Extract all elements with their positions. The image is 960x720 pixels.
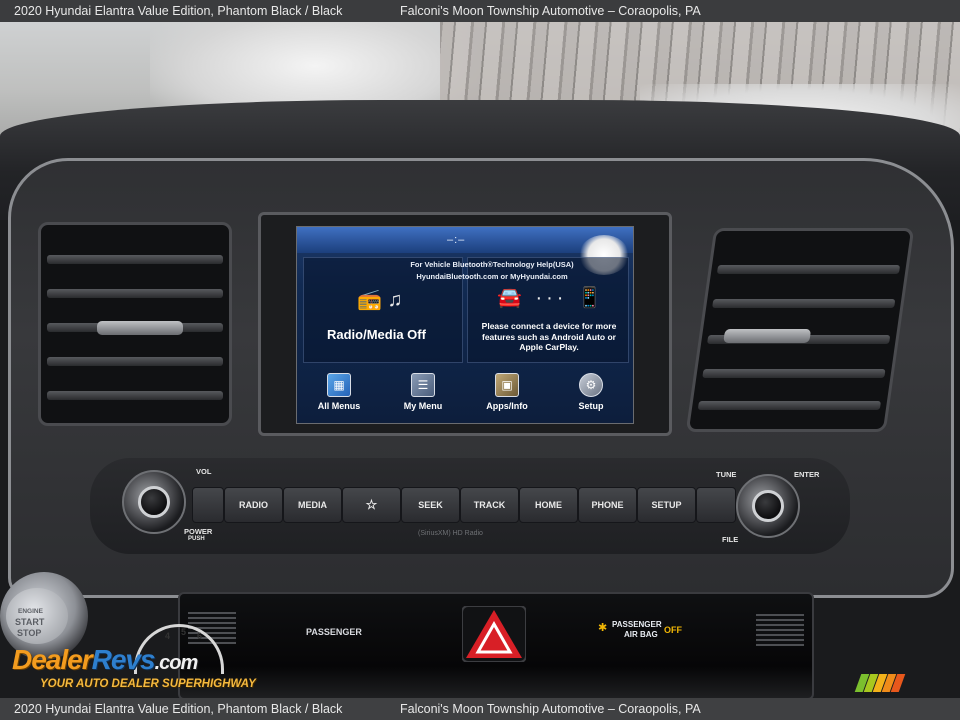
dealerrevs-logo: DealerRevs.com [12, 644, 198, 675]
dealerrevs-tagline: YOUR AUTO DEALER SUPERHIGHWAY [40, 678, 256, 690]
enter-label: ENTER [794, 470, 820, 479]
start-button-start-text: START [15, 617, 45, 627]
caption-bar-top: 2020 Hyundai Elantra Value Edition, Phan… [0, 0, 960, 22]
speaker-grille-right [756, 614, 804, 646]
siriusxm-hd-radio-label: (SiriusXM) HD Radio [418, 530, 483, 537]
track-button[interactable]: TRACK [460, 487, 519, 523]
seek-button[interactable]: SEEK [401, 487, 460, 523]
connect-device-message: Please connect a device for more feature… [481, 321, 617, 352]
push-label: PUSH [188, 536, 205, 542]
phone-button[interactable]: PHONE [578, 487, 637, 523]
airbag-icon: ✱ [598, 622, 608, 634]
menu-icon: ☰ [411, 373, 435, 397]
caption-bar-bottom: 2020 Hyundai Elantra Value Edition, Phan… [0, 698, 960, 720]
tune-enter-knob[interactable] [736, 474, 800, 538]
screen-menu-row: ▦ All Menus ☰ My Menu ▣ Apps/Info ⚙ Setu… [297, 367, 633, 423]
radio-music-icon: 📻 ♫ [357, 289, 403, 311]
menu-item-apps-info[interactable]: ▣ Apps/Info [467, 367, 547, 423]
vehicle-caption: 2020 Hyundai Elantra Value Edition, Phan… [14, 4, 343, 18]
grid-icon: ▦ [327, 373, 351, 397]
start-button-engine-text: ENGINE [18, 608, 43, 615]
gear-icon: ⚙ [579, 373, 603, 397]
airbag-off-indicator: OFF [664, 625, 682, 635]
car-phone-icon: 🚘 ··· 📱 [497, 287, 606, 309]
vol-label: VOL [196, 467, 212, 476]
right-air-vent[interactable] [685, 228, 915, 432]
radio-media-label: Radio/Media Off [327, 327, 426, 342]
vent-adjust-handle[interactable] [723, 329, 812, 343]
volume-power-knob[interactable] [122, 470, 186, 534]
button-spacer-left [192, 487, 224, 523]
setup-button[interactable]: SETUP [637, 487, 696, 523]
menu-item-my-menu[interactable]: ☰ My Menu [383, 367, 463, 423]
start-button-stop-text: STOP [17, 628, 42, 638]
menu-item-setup[interactable]: ⚙ Setup [551, 367, 631, 423]
menu-item-all-menus[interactable]: ▦ All Menus [299, 367, 379, 423]
hazard-button[interactable] [462, 606, 526, 662]
button-spacer-right [696, 487, 736, 523]
dealer-caption: Falconi's Moon Township Automotive – Cor… [400, 702, 701, 716]
status-glyph: –:– [447, 234, 466, 246]
home-button[interactable]: HOME [519, 487, 578, 523]
color-stripes-logo [854, 674, 906, 692]
power-label: POWER [184, 527, 213, 536]
passenger-seatbelt-label: PASSENGER [306, 627, 362, 637]
vehicle-caption: 2020 Hyundai Elantra Value Edition, Phan… [14, 702, 343, 716]
passenger-airbag-label: PASSENGER AIR BAG [612, 620, 662, 639]
dealer-caption: Falconi's Moon Township Automotive – Cor… [400, 4, 701, 18]
left-air-vent[interactable] [38, 222, 232, 426]
tune-label: TUNE [716, 470, 737, 479]
media-button[interactable]: MEDIA [283, 487, 342, 523]
bluetooth-help-text: For Vehicle Bluetooth®Technology Help(US… [410, 260, 574, 281]
infotainment-screen[interactable]: –:– For Vehicle Bluetooth®Technology Hel… [296, 226, 634, 424]
favorite-button[interactable]: ☆ [342, 487, 401, 523]
file-label: FILE [722, 535, 739, 544]
hardware-button-row: RADIO MEDIA ☆ SEEK TRACK HOME PHONE SETU… [192, 487, 736, 523]
vent-adjust-handle[interactable] [97, 321, 183, 335]
radio-button[interactable]: RADIO [224, 487, 283, 523]
apps-icon: ▣ [495, 373, 519, 397]
